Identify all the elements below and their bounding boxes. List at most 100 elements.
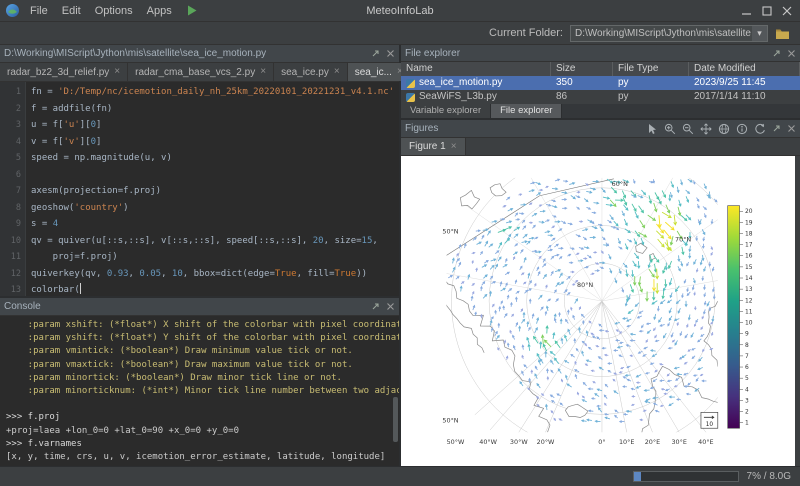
quiver-arrow	[520, 382, 523, 386]
menu-file[interactable]: File	[23, 5, 55, 17]
identify-icon[interactable]	[736, 123, 748, 135]
file-row-seawifs[interactable]: SeaWiFS_L3b.py 86 py 2017/1/14 11:10	[401, 90, 800, 104]
quiver-arrow	[653, 280, 656, 291]
quiver-arrow	[476, 230, 480, 232]
file-row-sea-ice-motion[interactable]: sea_ice_motion.py 350 py 2023/9/25 11:45	[401, 76, 800, 90]
explorer-tab-bar: Variable explorer File explorer	[401, 104, 800, 118]
close-panel-icon[interactable]	[386, 49, 395, 58]
colorbar-gradient	[728, 206, 740, 429]
close-panel-icon[interactable]	[787, 124, 796, 133]
quiver-arrow	[500, 282, 502, 286]
console-output[interactable]: :param xshift: (*float*) X shift of the …	[0, 316, 399, 466]
quiver-arrow	[702, 276, 704, 280]
float-panel-icon[interactable]	[772, 49, 781, 58]
full-extent-icon[interactable]	[718, 123, 730, 135]
tab-close-icon[interactable]	[451, 142, 457, 152]
close-button[interactable]	[782, 6, 792, 16]
quiver-arrow	[542, 394, 544, 395]
quiver-arrow	[481, 315, 483, 318]
quiver-arrow	[562, 207, 566, 209]
coastline	[704, 301, 718, 367]
pan-icon[interactable]	[700, 123, 712, 135]
zoom-in-icon[interactable]	[664, 123, 676, 135]
menu-edit[interactable]: Edit	[55, 5, 88, 17]
quiver-arrow	[551, 370, 553, 373]
close-panel-icon[interactable]	[386, 302, 395, 311]
figure-canvas[interactable]: 50°N60°N70°N80°N50°N50°W40°W30°W20°W0°10…	[401, 156, 795, 466]
quiver-arrow	[488, 231, 491, 235]
tab-close-icon[interactable]	[260, 67, 266, 77]
column-size[interactable]: Size	[551, 62, 613, 76]
colorbar-tick-label: 8	[745, 342, 749, 349]
quiver-arrow	[562, 221, 566, 223]
column-date-modified[interactable]: Date Modified	[689, 62, 800, 76]
rotate-icon[interactable]	[754, 123, 766, 135]
quiver-arrow	[605, 417, 609, 419]
tab-label: radar_bz2_3d_relief.py	[7, 67, 109, 78]
browse-folder-button[interactable]	[775, 27, 790, 40]
quiver-arrow	[592, 227, 597, 229]
column-name[interactable]: Name	[401, 62, 551, 76]
quiver-arrow	[568, 254, 571, 256]
tab-close-icon[interactable]	[334, 67, 340, 77]
quiver-arrow	[701, 327, 703, 329]
quiver-arrow	[657, 306, 659, 310]
quiver-arrow	[521, 273, 523, 275]
quiver-arrow	[472, 284, 474, 286]
quiver-arrow	[545, 231, 550, 233]
close-panel-icon[interactable]	[787, 49, 796, 58]
quiver-arrow	[481, 287, 483, 291]
tab-file-explorer[interactable]: File explorer	[491, 104, 562, 118]
code-line: geoshow('country')	[31, 200, 399, 217]
quiver-arrow	[620, 421, 624, 423]
quiver-arrow	[554, 418, 556, 420]
quiver-arrow	[689, 246, 691, 251]
quiver-arrow	[701, 334, 704, 336]
quiver-arrow	[628, 310, 633, 313]
tab-close-icon[interactable]	[114, 67, 120, 77]
zoom-out-icon[interactable]	[682, 123, 694, 135]
tab-radar-bz2-3d-relief[interactable]: radar_bz2_3d_relief.py	[0, 63, 128, 81]
quiver-arrow	[577, 392, 578, 394]
quiver-arrow	[532, 213, 536, 216]
quiver-arrow	[595, 394, 599, 397]
quiver-arrow	[513, 335, 515, 339]
quiver-arrow	[567, 293, 570, 295]
quiver-arrow	[565, 335, 567, 341]
float-panel-icon[interactable]	[371, 49, 380, 58]
quiver-arrow	[514, 234, 518, 237]
quiver-arrow	[626, 270, 628, 277]
tab-figure-1[interactable]: Figure 1	[401, 138, 466, 155]
float-panel-icon[interactable]	[371, 302, 380, 311]
lat-label: 50°N	[442, 416, 458, 424]
tab-radar-cma-base-vcs-2[interactable]: radar_cma_base_vcs_2.py	[128, 63, 274, 81]
quiver-arrow	[694, 324, 695, 326]
menu-apps[interactable]: Apps	[140, 5, 179, 17]
maximize-button[interactable]	[762, 6, 772, 16]
quiver-arrow	[528, 344, 530, 350]
coastline	[490, 184, 506, 196]
column-file-type[interactable]: File Type	[613, 62, 689, 76]
console-scrollbar[interactable]	[393, 397, 398, 442]
quiver-arrow	[597, 337, 600, 339]
quiver-arrow	[575, 299, 578, 303]
tab-sea-ice[interactable]: sea_ice.py	[274, 63, 348, 81]
combo-dropdown-icon[interactable]	[752, 26, 767, 41]
tab-variable-explorer[interactable]: Variable explorer	[401, 104, 491, 118]
select-arrow-icon[interactable]	[646, 123, 658, 135]
quiver-arrow	[654, 328, 656, 330]
code-editor[interactable]: fn = 'D:/Temp/nc/icemotion_daily_nh_25km…	[26, 82, 399, 296]
quiver-arrow	[516, 291, 519, 293]
code-line: s = 4	[31, 216, 399, 233]
quiver-arrow	[482, 282, 485, 285]
current-folder-combo[interactable]: D:\Working\MIScript\Jython\mis\satellite	[570, 25, 768, 42]
quiver-arrow	[484, 275, 487, 278]
minimize-button[interactable]	[742, 6, 752, 16]
quiver-arrow	[681, 261, 683, 265]
quiver-arrow	[537, 193, 541, 196]
quiver-arrow	[664, 393, 667, 394]
menu-options[interactable]: Options	[88, 5, 140, 17]
float-panel-icon[interactable]	[772, 124, 781, 133]
run-button[interactable]	[185, 4, 198, 17]
sea-ice-motion-map[interactable]: 50°N60°N70°N80°N50°N50°W40°W30°W20°W0°10…	[401, 156, 795, 466]
